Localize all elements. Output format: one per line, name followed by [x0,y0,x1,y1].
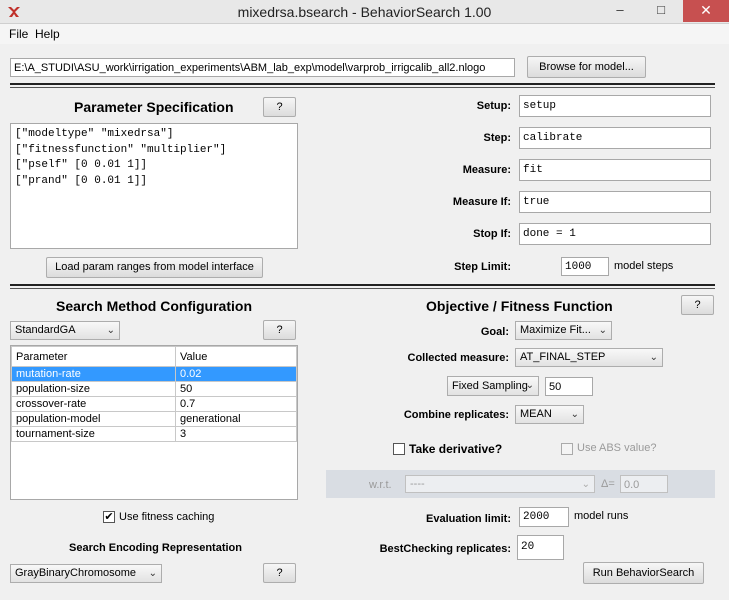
param-value-cell[interactable]: 50 [175,381,297,397]
param-line: ["pself" [0 0.01 1]] [15,159,148,171]
param-name-cell: population-size [11,381,176,397]
best-checking-label: BestChecking replicates: [379,543,511,555]
search-method-value: StandardGA [15,324,76,336]
objective-title: Objective / Fitness Function [426,298,613,314]
encoding-help-button[interactable]: ? [263,563,296,583]
load-param-ranges-button[interactable]: Load param ranges from model interface [46,257,263,278]
param-name-cell: mutation-rate [11,366,176,382]
evaluation-limit-label: Evaluation limit: [426,513,511,525]
chevron-down-icon: ⌄ [649,352,658,363]
chevron-down-icon: ⌄ [525,380,534,391]
wrt-label: w.r.t. [369,479,392,491]
delta-label: Δ= [601,478,615,490]
chevron-down-icon: ⌄ [570,409,579,420]
run-behaviorsearch-button[interactable]: Run BehaviorSearch [583,562,704,584]
param-line: ["modeltype" "mixedrsa"] [15,128,174,140]
step-limit-label: Step Limit: [454,261,511,273]
collected-measure-value: AT_FINAL_STEP [520,351,606,363]
evaluation-limit-field[interactable]: 2000 [519,507,569,527]
param-name-cell: population-model [11,411,176,427]
sampling-value: Fixed Sampling [452,380,528,392]
param-line: ["prand" [0 0.01 1]] [15,174,148,187]
browse-model-button[interactable]: Browse for model... [527,56,646,78]
goal-select[interactable]: Maximize Fit... ⌄ [515,321,612,340]
param-line: ["fitnessfunction" "multiplier"] [15,143,227,156]
chevron-down-icon: ⌄ [581,479,590,490]
step-field[interactable]: calibrate [519,127,711,149]
objective-help-button[interactable]: ? [681,295,714,315]
sampling-select[interactable]: Fixed Sampling ⌄ [447,376,539,396]
step-limit-unit: model steps [614,260,674,272]
encoding-select[interactable]: GrayBinaryChromosome ⌄ [10,564,162,583]
param-value-cell[interactable]: generational [175,411,297,427]
take-derivative-checkbox[interactable] [393,443,405,455]
delta-field[interactable]: 0.0 [620,475,668,493]
goal-label: Goal: [480,326,509,338]
wrt-select[interactable]: ---- ⌄ [405,475,595,493]
best-checking-field[interactable]: 20 [517,535,564,560]
setup-field[interactable]: setup [519,95,711,117]
stop-if-label: Stop If: [473,228,511,240]
param-value-cell[interactable]: 0.7 [175,396,297,412]
stop-if-field[interactable]: done = 1 [519,223,711,245]
separator [10,83,715,88]
search-method-help-button[interactable]: ? [263,320,296,340]
model-path-field[interactable]: E:\A_STUDI\ASU_work\irrigation_experimen… [10,58,515,77]
search-params-table[interactable]: Parameter Value mutation-rate 0.02 popul… [10,345,298,500]
column-header-value: Value [175,346,297,367]
measure-if-label: Measure If: [452,196,511,208]
evaluation-limit-unit: model runs [574,510,629,522]
search-method-title: Search Method Configuration [56,298,252,314]
menu-file[interactable]: File [9,27,28,41]
measure-label: Measure: [462,164,511,176]
measure-field[interactable]: fit [519,159,711,181]
parameter-spec-title: Parameter Specification [74,99,234,115]
param-name-cell: tournament-size [11,426,176,442]
separator [10,284,715,289]
table-row[interactable]: mutation-rate 0.02 [11,366,297,382]
param-value-cell[interactable]: 3 [175,426,297,442]
menu-help[interactable]: Help [35,27,60,41]
column-header-parameter: Parameter [11,346,176,367]
step-limit-field[interactable]: 1000 [561,257,609,276]
table-row[interactable]: tournament-size 3 [11,426,297,442]
search-method-select[interactable]: StandardGA ⌄ [10,321,120,340]
goal-value: Maximize Fit... [520,324,591,336]
param-spec-textarea[interactable]: ["modeltype" "mixedrsa"] ["fitnessfunctio… [10,123,298,249]
combine-replicates-select[interactable]: MEAN ⌄ [515,405,584,424]
use-abs-label: Use ABS value? [577,442,657,454]
table-row[interactable]: population-size 50 [11,381,297,397]
chevron-down-icon: ⌄ [148,568,157,579]
menu-bar [0,24,729,44]
combine-replicates-label: Combine replicates: [403,409,509,421]
param-name-cell: crossover-rate [11,396,176,412]
close-button[interactable]: ✕ [683,0,729,22]
use-abs-checkbox[interactable] [561,443,573,455]
table-row[interactable]: crossover-rate 0.7 [11,396,297,412]
fitness-caching-checkbox[interactable]: ✔ [103,511,115,523]
take-derivative-label: Take derivative? [409,442,503,456]
chevron-down-icon: ⌄ [106,325,115,336]
param-value-cell[interactable]: 0.02 [175,366,297,382]
wrt-value: ---- [410,478,425,490]
fitness-caching-label: Use fitness caching [119,511,215,523]
collected-measure-select[interactable]: AT_FINAL_STEP ⌄ [515,348,663,367]
param-spec-help-button[interactable]: ? [263,97,296,117]
step-label: Step: [483,132,512,144]
encoding-value: GrayBinaryChromosome [15,567,137,579]
maximize-button[interactable]: □ [640,0,682,22]
combine-replicates-value: MEAN [520,408,552,420]
collected-measure-label: Collected measure: [407,352,509,364]
measure-if-field[interactable]: true [519,191,711,213]
sampling-count-field[interactable]: 50 [545,377,593,396]
setup-label: Setup: [476,100,511,112]
chevron-down-icon: ⌄ [598,325,607,336]
table-header-row: Parameter Value [11,346,297,367]
encoding-title: Search Encoding Representation [69,542,242,554]
minimize-button[interactable]: – [600,0,640,22]
search-params-grid: Parameter Value mutation-rate 0.02 popul… [11,346,297,442]
table-row[interactable]: population-model generational [11,411,297,427]
